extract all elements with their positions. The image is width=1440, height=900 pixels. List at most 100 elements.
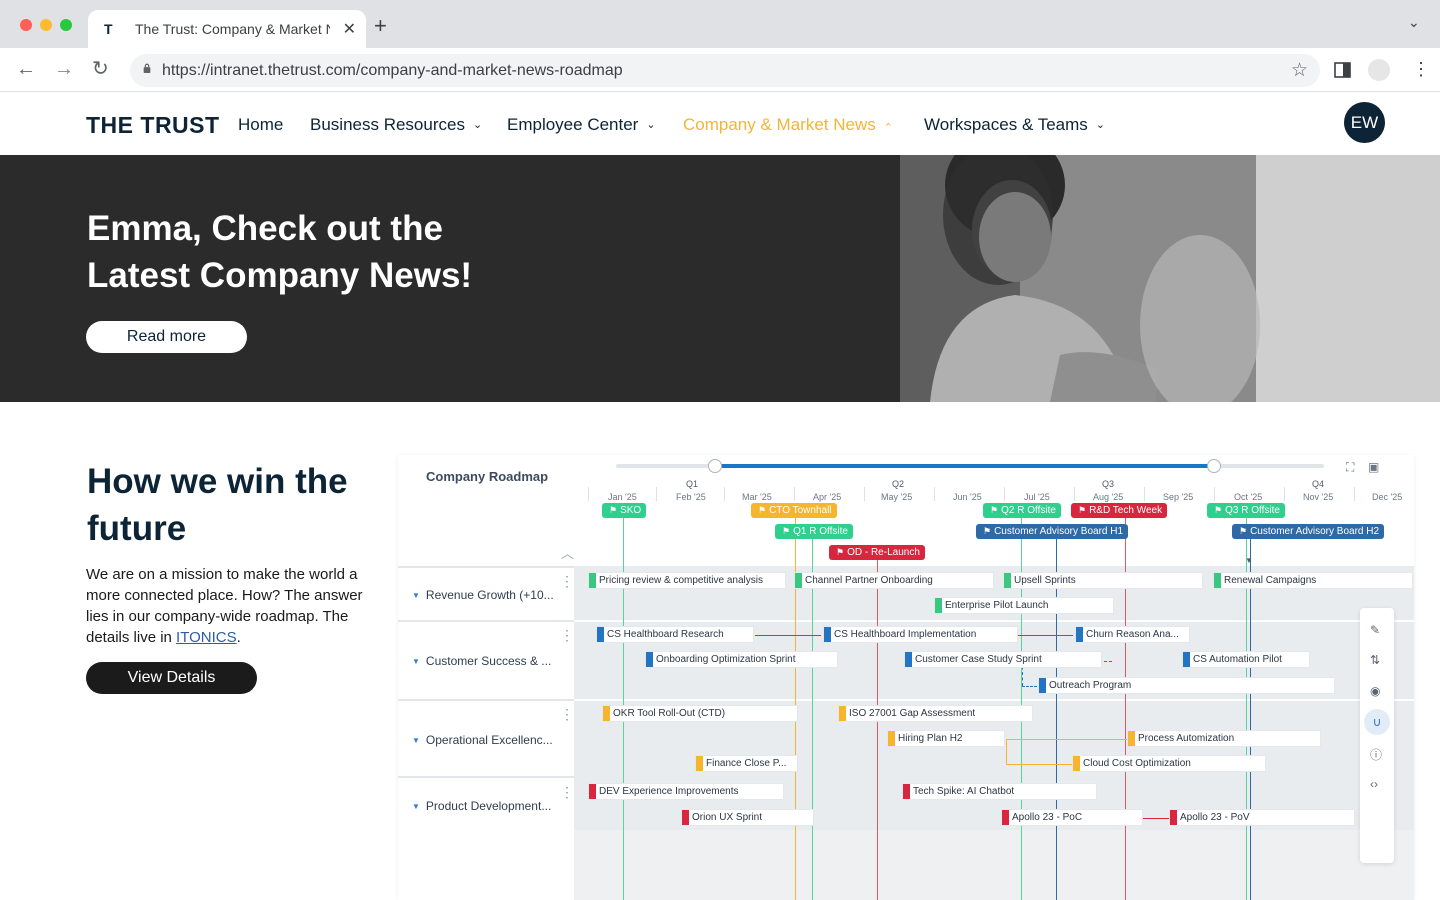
milestone-od-relaunch[interactable]: ⚑ OD - Re-Launch xyxy=(829,545,925,560)
roadmap-item[interactable]: Churn Reason Ana... xyxy=(1075,626,1190,643)
roadmap-item[interactable]: Hiring Plan H2 xyxy=(887,730,1005,747)
roadmap-item[interactable]: Onboarding Optimization Sprint xyxy=(645,651,838,668)
roadmap-item[interactable]: CS Automation Pilot xyxy=(1182,651,1310,668)
fit-screen-icon[interactable]: ⛶ xyxy=(1346,460,1354,475)
new-tab-icon[interactable]: + xyxy=(374,15,387,37)
favicon-icon: T xyxy=(104,21,113,37)
info-icon[interactable]: ⓘ xyxy=(1370,746,1382,763)
lane-revenue-growth[interactable]: Revenue Growth (+10... xyxy=(412,588,554,602)
month-label: Jul '25 xyxy=(1024,492,1050,502)
roadmap-item[interactable]: Channel Partner Onboarding xyxy=(794,572,994,589)
browser-tab-strip: T The Trust: Company & Market News ✕ + ⌄ xyxy=(0,0,1440,48)
browser-toolbar: ← → ↻ https://intranet.thetrust.com/comp… xyxy=(0,48,1440,92)
magnet-icon[interactable]: ∪ xyxy=(1364,709,1390,735)
roadmap-item[interactable]: Process Automization xyxy=(1127,730,1321,747)
itonics-link[interactable]: ITONICS xyxy=(176,629,237,646)
milestone-cab-h2[interactable]: ⚑ Customer Advisory Board H2 xyxy=(1232,524,1385,539)
month-label: Mar '25 xyxy=(742,492,772,502)
trophy-icon: ⚑ xyxy=(782,526,791,536)
close-window-button[interactable] xyxy=(20,19,32,31)
month-label: May '25 xyxy=(881,492,913,502)
lane-menu-icon[interactable]: ⋮ xyxy=(560,574,574,588)
forward-icon[interactable]: → xyxy=(54,56,74,82)
address-bar[interactable]: https://intranet.thetrust.com/company-an… xyxy=(130,54,1320,87)
sidepanel-icon[interactable] xyxy=(1334,62,1351,78)
roadmap-item[interactable]: Outreach Program xyxy=(1038,677,1335,694)
roadmap-item[interactable]: Tech Spike: AI Chatbot xyxy=(902,783,1097,800)
month-divider xyxy=(724,487,725,501)
chevron-down-icon: ⌄ xyxy=(472,119,483,131)
pencil-icon[interactable]: ✎ xyxy=(1370,623,1380,637)
nav-home[interactable]: Home xyxy=(238,115,283,135)
lane-area xyxy=(574,830,1414,900)
roadmap-item[interactable]: Renewal Campaigns xyxy=(1213,572,1413,589)
nav-company-market-news[interactable]: Company & Market News ⌃ xyxy=(683,115,893,135)
lane-menu-icon[interactable]: ⋮ xyxy=(560,785,574,799)
woman-photo-illustration xyxy=(900,130,1440,415)
timeline-range-selection[interactable] xyxy=(714,464,1214,468)
back-icon[interactable]: ← xyxy=(16,56,36,82)
quarter-label: Q1 xyxy=(686,479,699,489)
roadmap-item[interactable]: DEV Experience Improvements xyxy=(588,783,784,800)
rocket-icon: ⚑ xyxy=(836,547,845,557)
chevron-up-icon: ⌃ xyxy=(883,122,893,134)
roadmap-item[interactable]: Cloud Cost Optimization xyxy=(1072,755,1266,772)
image-export-icon[interactable]: ▣ xyxy=(1368,460,1379,474)
collapse-chevron-icon[interactable]: ︿ xyxy=(561,543,574,562)
code-icon[interactable]: ‹› xyxy=(1370,777,1378,791)
roadmap-item[interactable]: Apollo 23 - PoC xyxy=(1001,809,1143,826)
month-label: Jan '25 xyxy=(608,492,637,502)
trophy-icon: ⚑ xyxy=(990,505,999,515)
user-avatar[interactable]: EW xyxy=(1344,102,1385,143)
milestone-q2-offsite[interactable]: ⚑ Q2 R Offsite xyxy=(983,503,1061,518)
lane-menu-icon[interactable]: ⋮ xyxy=(560,707,574,721)
nav-employee-center[interactable]: Employee Center ⌄ xyxy=(507,115,656,135)
milestone-q3-offsite[interactable]: ⚑ Q3 R Offsite xyxy=(1207,503,1285,518)
tab-search-chevron-icon[interactable]: ⌄ xyxy=(1408,14,1420,31)
minimize-window-button[interactable] xyxy=(40,19,52,31)
maximize-window-button[interactable] xyxy=(60,19,72,31)
roadmap-item[interactable]: Pricing review & competitive analysis xyxy=(588,572,786,589)
roadmap-item[interactable]: CS Healthboard Research xyxy=(596,626,754,643)
lane-product-development[interactable]: Product Development... xyxy=(412,799,551,813)
trophy-icon: ⚑ xyxy=(1214,505,1223,515)
lane-customer-success[interactable]: Customer Success & ... xyxy=(412,654,551,668)
dependency-arrow xyxy=(1006,739,1128,740)
milestone-sko[interactable]: ⚑ SKO xyxy=(602,503,647,518)
star-icon[interactable]: ☆ xyxy=(1291,59,1308,82)
nav-workspaces-teams[interactable]: Workspaces & Teams ⌄ xyxy=(924,115,1105,135)
signpost-icon: ⚑ xyxy=(983,526,992,536)
view-details-button[interactable]: View Details xyxy=(86,662,257,694)
milestone-cto-townhall[interactable]: ⚑ CTO Townhall xyxy=(751,503,837,518)
roadmap-item[interactable]: Finance Close P... xyxy=(695,755,798,772)
milestone-q1-offsite[interactable]: ⚑ Q1 R Offsite xyxy=(775,524,853,539)
eye-icon[interactable]: ◉ xyxy=(1370,684,1380,698)
read-more-button[interactable]: Read more xyxy=(86,321,247,353)
close-tab-icon[interactable]: ✕ xyxy=(343,19,356,39)
lane-operational-excellence[interactable]: Operational Excellenc... xyxy=(412,733,553,747)
reload-icon[interactable]: ↻ xyxy=(92,56,109,82)
nav-business-resources[interactable]: Business Resources ⌄ xyxy=(310,115,482,135)
roadmap-item[interactable]: CS Healthboard Implementation xyxy=(823,626,1018,643)
roadmap-item[interactable]: Enterprise Pilot Launch xyxy=(934,597,1114,614)
roadmap-item[interactable]: Orion UX Sprint xyxy=(681,809,814,826)
roadmap-item[interactable]: Upsell Sprints xyxy=(1003,572,1203,589)
roadmap-item[interactable]: Customer Case Study Sprint xyxy=(904,651,1102,668)
sort-icon[interactable]: ⇅ xyxy=(1370,653,1380,667)
menu-icon[interactable]: ⋮ xyxy=(1412,59,1430,79)
milestone-cab-h1[interactable]: ⚑ Customer Advisory Board H1 xyxy=(976,524,1129,539)
roadmap-item[interactable]: Apollo 23 - PoV xyxy=(1169,809,1355,826)
roadmap-item[interactable]: ISO 27001 Gap Assessment xyxy=(838,705,1033,722)
browser-tab[interactable]: T The Trust: Company & Market News ✕ xyxy=(88,10,366,48)
range-start-handle[interactable] xyxy=(708,459,722,473)
quarter-label: Q3 xyxy=(1102,479,1115,489)
tab-title: The Trust: Company & Market News xyxy=(135,21,330,37)
site-logo[interactable]: THE TRUST xyxy=(86,112,220,139)
roadmap-item[interactable]: OKR Tool Roll-Out (CTD) xyxy=(602,705,798,722)
range-end-handle[interactable] xyxy=(1207,459,1221,473)
roadmap-toolbar: ✎ ⇅ ◉ ∪ ⓘ ‹› xyxy=(1360,608,1394,863)
lane-menu-icon[interactable]: ⋮ xyxy=(560,628,574,642)
milestone-rd-tech-week[interactable]: ⚑ R&D Tech Week xyxy=(1071,503,1168,518)
profile-icon[interactable] xyxy=(1368,59,1390,81)
month-divider xyxy=(1004,487,1005,501)
